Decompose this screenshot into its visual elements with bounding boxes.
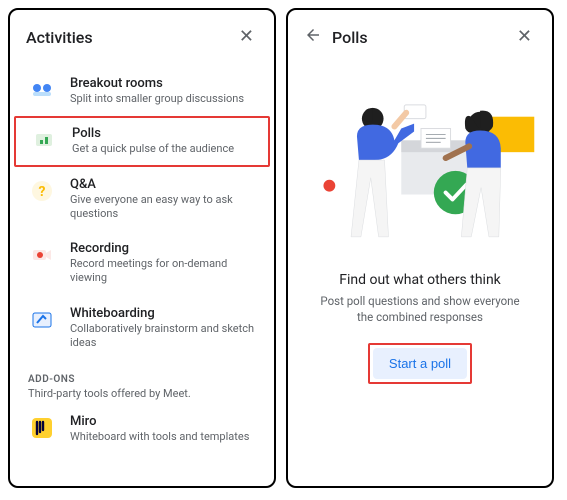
item-title: Miro <box>70 414 249 429</box>
svg-text:?: ? <box>39 184 46 200</box>
item-title: Whiteboarding <box>70 306 256 321</box>
item-title: Breakout rooms <box>70 76 244 91</box>
polls-header: Polls ✕ <box>288 24 552 60</box>
polls-panel: Polls ✕ Find out what others thin <box>286 8 554 488</box>
activity-item-polls[interactable]: Polls Get a quick pulse of the audience <box>14 116 270 166</box>
close-icon[interactable]: ✕ <box>235 24 258 50</box>
miro-icon <box>28 414 56 442</box>
cta-highlight: Start a poll <box>368 343 472 384</box>
promo-sub: Post poll questions and show everyone th… <box>312 294 528 325</box>
activities-title: Activities <box>26 28 93 47</box>
item-title: Q&A <box>70 177 256 192</box>
close-icon[interactable]: ✕ <box>513 24 536 50</box>
activity-item-whiteboarding[interactable]: Whiteboarding Collaboratively brainstorm… <box>10 296 274 361</box>
promo-title: Find out what others think <box>312 272 528 288</box>
activity-item-qa[interactable]: ? Q&A Give everyone an easy way to ask q… <box>10 167 274 232</box>
activities-header: Activities ✕ <box>10 24 274 60</box>
addons-label: ADD-ONS <box>10 360 274 387</box>
back-arrow-icon[interactable] <box>304 26 322 49</box>
item-title: Polls <box>72 126 234 141</box>
polls-promo: Find out what others think Post poll que… <box>288 262 552 384</box>
start-poll-button[interactable]: Start a poll <box>373 348 467 379</box>
recording-icon <box>28 241 56 269</box>
item-sub: Collaboratively brainstorm and sketch id… <box>70 322 256 351</box>
qa-icon: ? <box>28 177 56 205</box>
polls-illustration <box>288 68 552 258</box>
item-sub: Get a quick pulse of the audience <box>72 142 234 156</box>
activity-item-breakout[interactable]: Breakout rooms Split into smaller group … <box>10 66 274 116</box>
activities-panel: Activities ✕ Breakout rooms Split into s… <box>8 8 276 488</box>
addons-sub: Third-party tools offered by Meet. <box>10 387 274 404</box>
breakout-icon <box>28 76 56 104</box>
polls-title: Polls <box>332 28 368 47</box>
item-sub: Give everyone an easy way to ask questio… <box>70 193 256 222</box>
item-sub: Whiteboard with tools and templates <box>70 430 249 444</box>
addon-item-miro[interactable]: Miro Whiteboard with tools and templates <box>10 404 274 454</box>
activities-list: Breakout rooms Split into smaller group … <box>10 60 274 455</box>
item-sub: Record meetings for on-demand viewing <box>70 257 256 286</box>
whiteboarding-icon <box>28 306 56 334</box>
item-title: Recording <box>70 241 256 256</box>
polls-icon <box>30 126 58 154</box>
item-sub: Split into smaller group discussions <box>70 92 244 106</box>
activity-item-recording[interactable]: Recording Record meetings for on-demand … <box>10 231 274 296</box>
